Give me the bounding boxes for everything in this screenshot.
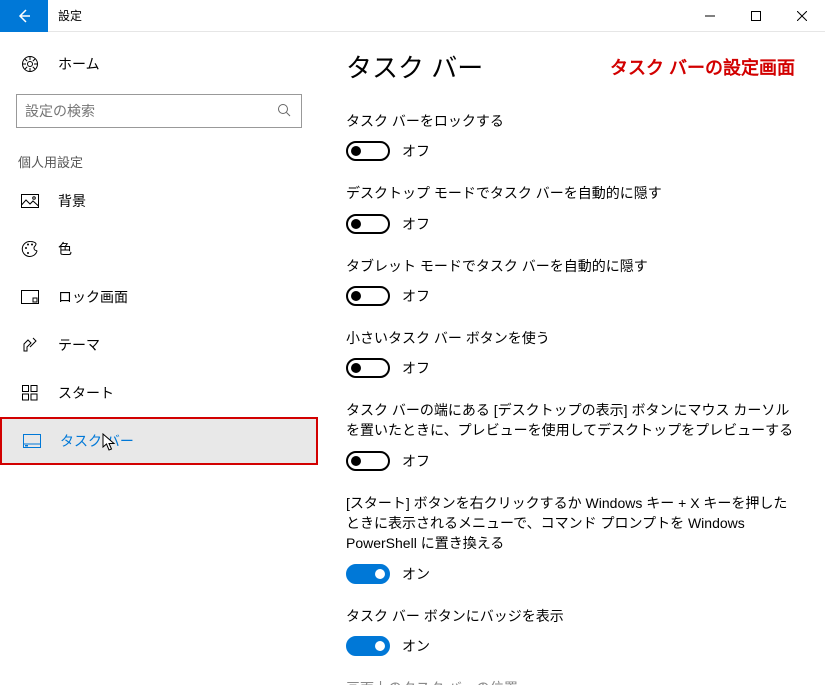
back-button[interactable] bbox=[0, 0, 48, 32]
window-title: 設定 bbox=[48, 7, 687, 24]
minimize-icon bbox=[705, 11, 715, 21]
sidebar-item-themes[interactable]: テーマ bbox=[0, 321, 318, 369]
setting-label: タブレット モードでタスク バーを自動的に隠す bbox=[346, 256, 795, 276]
toggle-state-text: オフ bbox=[402, 451, 430, 471]
setting-label: タスク バーの端にある [デスクトップの表示] ボタンにマウス カーソルを置いた… bbox=[346, 400, 795, 441]
setting-taskbar-location-label: 画面上のタスク バーの位置 bbox=[346, 678, 795, 685]
start-icon bbox=[20, 383, 40, 403]
setting-powershell-replace: [スタート] ボタンを右クリックするか Windows キー + X キーを押し… bbox=[346, 493, 795, 584]
minimize-button[interactable] bbox=[687, 0, 733, 32]
sidebar-item-colors[interactable]: 色 bbox=[0, 225, 318, 273]
setting-small-buttons: 小さいタスク バー ボタンを使う オフ bbox=[346, 328, 795, 378]
setting-peek-preview: タスク バーの端にある [デスクトップの表示] ボタンにマウス カーソルを置いた… bbox=[346, 400, 795, 471]
setting-label: デスクトップ モードでタスク バーを自動的に隠す bbox=[346, 183, 795, 203]
page-title: タスク バー bbox=[346, 48, 483, 85]
maximize-button[interactable] bbox=[733, 0, 779, 32]
search-container bbox=[0, 88, 318, 142]
toggle-state-text: オフ bbox=[402, 286, 430, 306]
sidebar-item-background[interactable]: 背景 bbox=[0, 177, 318, 225]
setting-label: タスク バーをロックする bbox=[346, 111, 795, 131]
search-box[interactable] bbox=[16, 94, 302, 128]
toggle-lock-taskbar[interactable] bbox=[346, 141, 390, 161]
arrow-left-icon bbox=[16, 8, 32, 24]
toggle-state-text: オフ bbox=[402, 141, 430, 161]
palette-icon bbox=[20, 239, 40, 259]
sidebar-home[interactable]: ホーム bbox=[0, 40, 318, 88]
toggle-show-badges[interactable] bbox=[346, 636, 390, 656]
annotation-text: タスク バーの設定画面 bbox=[610, 48, 795, 80]
taskbar-icon bbox=[22, 431, 42, 451]
themes-icon bbox=[20, 335, 40, 355]
main-content: タスク バー タスク バーの設定画面 タスク バーをロックする オフ デスクトッ… bbox=[318, 32, 825, 685]
maximize-icon bbox=[751, 11, 761, 21]
sidebar-item-lockscreen[interactable]: ロック画面 bbox=[0, 273, 318, 321]
sidebar-group-header: 個人用設定 bbox=[0, 142, 318, 177]
toggle-state-text: オン bbox=[402, 564, 430, 584]
lockscreen-icon bbox=[20, 287, 40, 307]
sidebar-item-label: ロック画面 bbox=[58, 287, 128, 307]
setting-show-badges: タスク バー ボタンにバッジを表示 オン bbox=[346, 606, 795, 656]
search-input[interactable] bbox=[17, 99, 267, 123]
sidebar-item-label: 背景 bbox=[58, 191, 86, 211]
close-button[interactable] bbox=[779, 0, 825, 32]
toggle-autohide-desktop[interactable] bbox=[346, 214, 390, 234]
home-icon bbox=[20, 54, 40, 74]
setting-autohide-tablet: タブレット モードでタスク バーを自動的に隠す オフ bbox=[346, 256, 795, 306]
picture-icon bbox=[20, 191, 40, 211]
setting-label: タスク バー ボタンにバッジを表示 bbox=[346, 606, 795, 626]
sidebar-item-taskbar[interactable]: タスク バー bbox=[0, 417, 318, 465]
sidebar: ホーム 個人用設定 背景 色 bbox=[0, 32, 318, 685]
sidebar-item-start[interactable]: スタート bbox=[0, 369, 318, 417]
setting-label: [スタート] ボタンを右クリックするか Windows キー + X キーを押し… bbox=[346, 493, 795, 554]
sidebar-item-label: 色 bbox=[58, 239, 72, 259]
setting-lock-taskbar: タスク バーをロックする オフ bbox=[346, 111, 795, 161]
header-row: タスク バー タスク バーの設定画面 bbox=[346, 48, 795, 85]
search-icon bbox=[267, 103, 301, 120]
sidebar-item-label: スタート bbox=[58, 383, 114, 403]
sidebar-item-label: タスク バー bbox=[60, 431, 134, 451]
toggle-state-text: オフ bbox=[402, 214, 430, 234]
window-controls bbox=[687, 0, 825, 32]
setting-autohide-desktop: デスクトップ モードでタスク バーを自動的に隠す オフ bbox=[346, 183, 795, 233]
close-icon bbox=[797, 11, 807, 21]
setting-label: 小さいタスク バー ボタンを使う bbox=[346, 328, 795, 348]
toggle-state-text: オン bbox=[402, 636, 430, 656]
toggle-powershell-replace[interactable] bbox=[346, 564, 390, 584]
sidebar-home-label: ホーム bbox=[58, 54, 100, 74]
sidebar-item-label: テーマ bbox=[58, 335, 100, 355]
toggle-state-text: オフ bbox=[402, 358, 430, 378]
toggle-autohide-tablet[interactable] bbox=[346, 286, 390, 306]
window-titlebar: 設定 bbox=[0, 0, 825, 32]
toggle-peek-preview[interactable] bbox=[346, 451, 390, 471]
toggle-small-buttons[interactable] bbox=[346, 358, 390, 378]
